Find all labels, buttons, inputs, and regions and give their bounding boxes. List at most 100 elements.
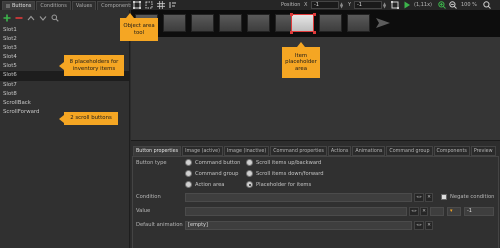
position-label: Position <box>281 2 301 8</box>
tab-values[interactable]: Values <box>71 1 97 10</box>
scroll-forward-arrow-icon[interactable] <box>376 18 390 28</box>
tab-command-properties[interactable]: Command properties <box>270 146 327 156</box>
tab-preview[interactable]: Preview <box>470 146 496 156</box>
grid-icon[interactable] <box>157 1 165 9</box>
animation-clear-icon[interactable]: ✕ <box>425 221 433 230</box>
zoom-in-icon[interactable] <box>438 1 446 9</box>
tab-components[interactable]: Components <box>433 146 470 156</box>
selection-handle[interactable] <box>313 31 316 34</box>
tab-buttons[interactable]: Buttons <box>2 1 36 10</box>
tab-label: Components <box>101 3 133 9</box>
radio-label: Scroll items down/forward <box>256 170 324 177</box>
add-icon[interactable] <box>3 14 11 22</box>
object-area-tool-icon[interactable] <box>133 1 141 9</box>
slot-placeholder-4[interactable] <box>219 14 242 32</box>
zoom-percent: 100 % <box>461 2 477 8</box>
condition-edit-button[interactable]: «» <box>414 193 424 202</box>
tab-actions[interactable]: Actions <box>327 146 352 156</box>
left-tab-bar: Buttons Conditions Values Components <box>0 0 137 10</box>
radio-circle-selected <box>246 181 253 188</box>
fit-screen-icon[interactable] <box>391 1 399 9</box>
tab-conditions[interactable]: Conditions <box>36 1 71 10</box>
list-toolbar <box>0 12 130 24</box>
value-operator-select[interactable] <box>430 207 444 216</box>
zoom-factor: (1,11x) <box>414 2 432 8</box>
align-icon[interactable] <box>169 1 177 9</box>
radio-action-area[interactable]: Action area <box>185 181 224 188</box>
slot-placeholder-5[interactable] <box>247 14 270 32</box>
list-item-scrollback[interactable]: ScrollBack <box>0 99 130 108</box>
slot-placeholder-2[interactable] <box>163 14 186 32</box>
condition-label: Condition <box>136 194 161 200</box>
selection-handle[interactable] <box>290 31 293 34</box>
selection-handle[interactable] <box>290 13 293 16</box>
x-spinner-icon[interactable]: ▲ ▼ <box>340 2 344 9</box>
value-clear-icon[interactable]: ✕ <box>420 207 428 216</box>
button-properties-form: Button type Command button Command group… <box>132 156 499 248</box>
condition-clear-icon[interactable]: ✕ <box>425 193 433 202</box>
selected-slot-placeholder[interactable] <box>291 14 314 32</box>
slot-placeholder-3[interactable] <box>191 14 214 32</box>
slot-placeholder-9[interactable] <box>347 14 370 32</box>
tab-animations[interactable]: Animations <box>352 146 386 156</box>
radio-command-button[interactable]: Command button <box>185 159 240 166</box>
condition-field[interactable] <box>185 193 412 202</box>
remove-icon[interactable] <box>15 14 23 22</box>
radio-scroll-down-forward[interactable]: Scroll items down/forward <box>246 170 324 177</box>
zoom-out-icon[interactable] <box>449 1 457 9</box>
y-spinner-icon[interactable]: ▲ ▼ <box>383 2 387 9</box>
value-dropdown-icon[interactable]: ▾ <box>447 207 461 216</box>
properties-tab-bar: Button properties Image (active) Image (… <box>133 146 497 156</box>
value-field[interactable] <box>185 207 407 216</box>
zoom-reset-icon[interactable] <box>483 1 491 9</box>
negate-condition-checkbox[interactable] <box>441 194 447 200</box>
negate-condition-label: Negate condition <box>450 194 495 200</box>
y-field[interactable]: -1 <box>354 1 382 9</box>
default-animation-label: Default animation <box>136 222 183 228</box>
radio-circle <box>185 159 192 166</box>
tab-label: Buttons <box>12 3 32 9</box>
tab-label: Conditions <box>40 3 67 9</box>
radio-placeholder-for-items[interactable]: Placeholder for items <box>246 181 311 188</box>
radio-circle <box>246 159 253 166</box>
list-item-slot2[interactable]: Slot2 <box>0 35 130 44</box>
callout-item-placeholder-area: Item placeholder area <box>282 42 320 78</box>
button-type-label: Button type <box>136 160 167 166</box>
search-icon[interactable] <box>51 14 59 22</box>
list-item-slot8[interactable]: Slot8 <box>0 90 130 99</box>
list-item-slot7[interactable]: Slot7 <box>0 81 130 90</box>
radio-circle <box>185 170 192 177</box>
y-label: Y <box>348 2 352 8</box>
slot-placeholder-8[interactable] <box>319 14 342 32</box>
value-edit-button[interactable]: «» <box>409 207 419 216</box>
buttons-tab-icon <box>6 3 10 8</box>
radio-scroll-up-backward[interactable]: Scroll items up/backward <box>246 159 321 166</box>
tab-image-inactive[interactable]: Image (inactive) <box>223 146 270 156</box>
move-down-icon[interactable] <box>39 14 47 22</box>
list-item-slot3[interactable]: Slot3 <box>0 44 130 53</box>
x-label: X <box>304 2 308 8</box>
value-label: Value <box>136 208 151 214</box>
radio-command-group[interactable]: Command group <box>185 170 238 177</box>
properties-panel: Button properties Image (active) Image (… <box>131 140 500 248</box>
list-item-slot1[interactable]: Slot1 <box>0 26 130 35</box>
radio-circle <box>185 181 192 188</box>
radio-circle <box>246 170 253 177</box>
x-field[interactable]: -1 <box>311 1 339 9</box>
radio-label: Command button <box>195 159 241 166</box>
value-number-field[interactable]: -1 <box>464 207 494 216</box>
area-tool-icon[interactable] <box>145 1 153 9</box>
animation-edit-button[interactable]: «» <box>414 221 424 230</box>
play-icon[interactable] <box>403 1 411 9</box>
tab-label: Values <box>75 3 93 9</box>
radio-label: Scroll items up/backward <box>256 159 322 166</box>
callout-scroll-buttons: 2 scroll buttons <box>59 112 118 125</box>
tab-image-active[interactable]: Image (active) <box>182 146 223 156</box>
tab-command-group[interactable]: Command group <box>386 146 433 156</box>
default-animation-field[interactable]: [empty] <box>185 221 412 230</box>
selection-handle[interactable] <box>313 13 316 16</box>
tab-button-properties[interactable]: Button properties <box>133 146 182 156</box>
radio-label: Action area <box>195 181 225 188</box>
move-up-icon[interactable] <box>27 14 35 22</box>
callout-placeholders: 8 placeholders for inventory items <box>59 55 124 76</box>
